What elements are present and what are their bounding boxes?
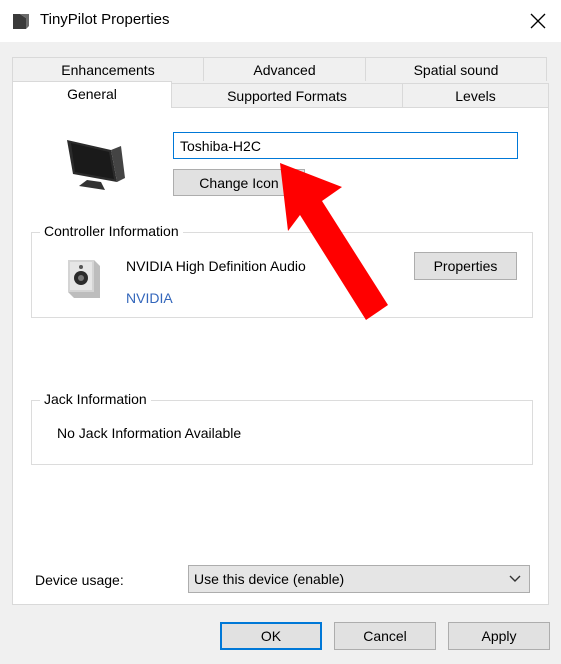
- chevron-down-icon: [509, 575, 521, 582]
- device-usage-select[interactable]: Use this device (enable): [188, 565, 530, 593]
- controller-info-group: Controller Information NVIDIA High Defin…: [31, 223, 533, 318]
- tab-supported-formats[interactable]: Supported Formats: [171, 83, 403, 107]
- device-usage-value: Use this device (enable): [194, 571, 345, 587]
- tab-advanced[interactable]: Advanced: [203, 57, 366, 81]
- controller-info-label: Controller Information: [40, 223, 183, 239]
- cancel-button[interactable]: Cancel: [334, 622, 436, 650]
- jack-info-group: Jack Information No Jack Information Ava…: [31, 391, 533, 465]
- close-button[interactable]: [515, 0, 561, 42]
- monitor-icon: [67, 140, 125, 190]
- tab-levels[interactable]: Levels: [402, 83, 549, 107]
- jack-info-label: Jack Information: [40, 391, 151, 407]
- properties-button[interactable]: Properties: [414, 252, 517, 280]
- device-usage-label: Device usage:: [35, 572, 124, 588]
- tab-spatial-sound[interactable]: Spatial sound: [365, 57, 547, 81]
- tab-general[interactable]: General: [12, 81, 172, 108]
- device-name-input[interactable]: [173, 132, 518, 159]
- window-title: TinyPilot Properties: [40, 11, 170, 28]
- controller-vendor: NVIDIA: [126, 290, 173, 306]
- general-panel: Change Icon Controller Information NVIDI…: [12, 107, 549, 605]
- change-icon-button[interactable]: Change Icon: [173, 169, 305, 196]
- speaker-icon: [12, 12, 30, 30]
- speaker-icon: [68, 260, 100, 298]
- ok-button[interactable]: OK: [220, 622, 322, 650]
- title-bar: TinyPilot Properties: [0, 0, 561, 42]
- controller-name: NVIDIA High Definition Audio: [126, 258, 306, 274]
- close-icon: [530, 13, 546, 29]
- apply-button[interactable]: Apply: [448, 622, 550, 650]
- jack-info-text: No Jack Information Available: [57, 425, 242, 441]
- tab-enhancements[interactable]: Enhancements: [12, 57, 204, 81]
